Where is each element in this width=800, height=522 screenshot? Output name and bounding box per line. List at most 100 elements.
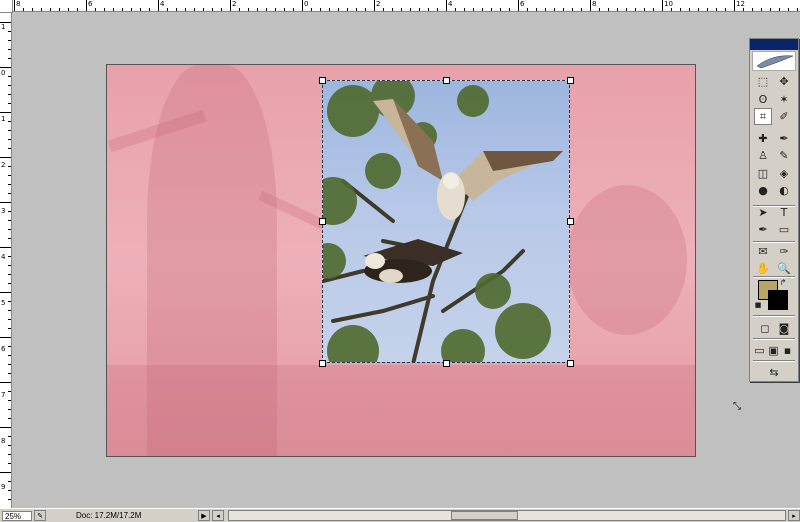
ruler-tick xyxy=(131,8,132,11)
ruler-tick xyxy=(311,8,312,11)
ruler-tick xyxy=(455,8,456,11)
ruler-tick xyxy=(8,490,11,491)
ruler-tick xyxy=(176,8,177,11)
pen-tool-icon[interactable]: ✒ xyxy=(754,221,772,238)
crop-tool-icon[interactable]: ⌗ xyxy=(754,108,772,125)
ruler-tick xyxy=(8,445,11,446)
horizontal-scrollbar[interactable] xyxy=(228,510,786,521)
brush-tool-icon[interactable]: ✒ xyxy=(775,130,793,147)
ruler-tick xyxy=(770,8,771,11)
preview-icon[interactable]: ✎ xyxy=(34,510,46,521)
notes-tool-icon[interactable]: ✉ xyxy=(754,243,772,260)
vertical-ruler[interactable]: 1 0 1 2 3 4 5 6 7 8 9 xyxy=(0,0,12,508)
ruler-tick xyxy=(0,157,11,158)
ruler-top-label: 2 xyxy=(232,0,237,8)
crop-handle-right[interactable] xyxy=(567,218,574,225)
ruler-tick xyxy=(8,130,11,131)
screen-mode-full-icon[interactable]: ▪ xyxy=(781,342,794,359)
crop-handle-bottom[interactable] xyxy=(443,360,450,367)
ruler-tick xyxy=(14,0,15,11)
eraser-tool-icon[interactable]: ◫ xyxy=(754,165,772,182)
crop-selection[interactable] xyxy=(322,80,570,363)
hand-tool-icon[interactable]: ✋ xyxy=(754,260,772,277)
ruler-tick xyxy=(0,337,11,338)
crop-handle-left[interactable] xyxy=(319,218,326,225)
ruler-tick xyxy=(482,8,483,11)
ruler-tick xyxy=(8,481,11,482)
ruler-tick xyxy=(662,0,663,11)
ruler-tick xyxy=(158,0,159,11)
quick-mask-icon[interactable]: ◙ xyxy=(775,320,793,337)
screen-mode-full-menu-icon[interactable]: ▣ xyxy=(767,342,780,359)
ruler-tick xyxy=(122,8,123,11)
horizontal-ruler[interactable]: 86420246810121416 xyxy=(0,0,800,12)
ruler-tick xyxy=(8,274,11,275)
ruler-tick xyxy=(383,8,384,11)
screen-mode-standard-icon[interactable]: ▭ xyxy=(753,342,766,359)
ruler-tick xyxy=(617,8,618,11)
ruler-top-label: 4 xyxy=(160,0,165,8)
ruler-tick xyxy=(8,31,11,32)
ruler-tick xyxy=(8,499,11,500)
paint-bucket-tool-icon[interactable]: ◈ xyxy=(775,165,793,182)
ruler-tick xyxy=(8,139,11,140)
ruler-tick xyxy=(86,0,87,11)
default-colors-icon[interactable]: ■ xyxy=(754,301,762,309)
ruler-tick xyxy=(8,418,11,419)
ruler-origin[interactable] xyxy=(0,0,13,13)
scroll-left-icon[interactable]: ◂ xyxy=(212,510,224,521)
scrollbar-thumb[interactable] xyxy=(451,511,519,520)
standard-mode-icon[interactable]: ◻ xyxy=(756,320,774,337)
ruler-tick xyxy=(464,8,465,11)
ruler-tick xyxy=(8,454,11,455)
marquee-tool-icon[interactable]: ⬚ xyxy=(754,73,772,90)
ruler-tick xyxy=(41,8,42,11)
status-menu-arrow-icon[interactable]: ▶ xyxy=(198,510,210,521)
ruler-tick xyxy=(536,8,537,11)
history-brush-tool-icon[interactable]: ✎ xyxy=(775,147,793,164)
lasso-tool-icon[interactable]: ʘ xyxy=(754,91,772,108)
ruler-tick xyxy=(8,319,11,320)
ruler-tick xyxy=(8,166,11,167)
background-color-swatch[interactable] xyxy=(768,290,788,310)
clone-stamp-tool-icon[interactable]: ♙ xyxy=(754,147,772,164)
crop-handle-bottom-left[interactable] xyxy=(319,360,326,367)
scroll-right-icon[interactable]: ▸ xyxy=(788,510,800,521)
crop-handle-top-left[interactable] xyxy=(319,77,326,84)
ruler-left-label: 5 xyxy=(1,299,6,307)
crop-handle-top[interactable] xyxy=(443,77,450,84)
healing-brush-tool-icon[interactable]: ✚ xyxy=(754,130,772,147)
ruler-tick xyxy=(8,301,11,302)
feather-logo[interactable] xyxy=(752,51,796,71)
osprey-photo xyxy=(323,81,563,362)
ruler-tick xyxy=(8,40,11,41)
shape-tool-icon[interactable]: ▭ xyxy=(775,221,793,238)
crop-handle-top-right[interactable] xyxy=(567,77,574,84)
toolbox-titlebar[interactable] xyxy=(750,39,798,50)
ruler-tick xyxy=(0,247,11,248)
eyedropper-tool-icon[interactable]: ✑ xyxy=(775,243,793,260)
ruler-tick xyxy=(0,472,11,473)
ruler-tick xyxy=(149,8,150,11)
ruler-tick xyxy=(239,8,240,11)
blur-tool-icon[interactable]: ● xyxy=(754,182,772,199)
zoom-field[interactable]: 25% xyxy=(2,510,32,521)
tools-palette[interactable]: ⬚ ✥ ʘ ✶ ⌗ ✐ ✚ ✒ ♙ ✎ ◫ ◈ ● ◐ ➤ T ✒ ▭ ✉ ✑ ✋ 🔍 ↱ ■ ◻ ◙ ▭ ▣ ▪ ⇆ xyxy=(749,38,799,382)
ruler-tick xyxy=(8,220,11,221)
ruler-tick xyxy=(644,8,645,11)
ruler-tick xyxy=(527,8,528,11)
ruler-tick xyxy=(23,8,24,11)
move-tool-icon[interactable]: ✥ xyxy=(775,73,793,90)
ruler-tick xyxy=(212,8,213,11)
magic-wand-tool-icon[interactable]: ✶ xyxy=(775,91,793,108)
slice-tool-icon[interactable]: ✐ xyxy=(775,108,793,125)
swap-colors-icon[interactable]: ↱ xyxy=(778,277,788,287)
zoom-tool-icon[interactable]: 🔍 xyxy=(775,260,793,277)
jump-to-imageready-icon[interactable]: ⇆ xyxy=(756,364,792,381)
dodge-tool-icon[interactable]: ◐ xyxy=(775,182,793,199)
ruler-tick xyxy=(8,184,11,185)
doc-size-text: Doc: 17.2M/17.2M xyxy=(76,511,142,520)
ruler-tick xyxy=(8,355,11,356)
crop-handle-bottom-right[interactable] xyxy=(567,360,574,367)
ruler-top-label: 12 xyxy=(736,0,745,8)
